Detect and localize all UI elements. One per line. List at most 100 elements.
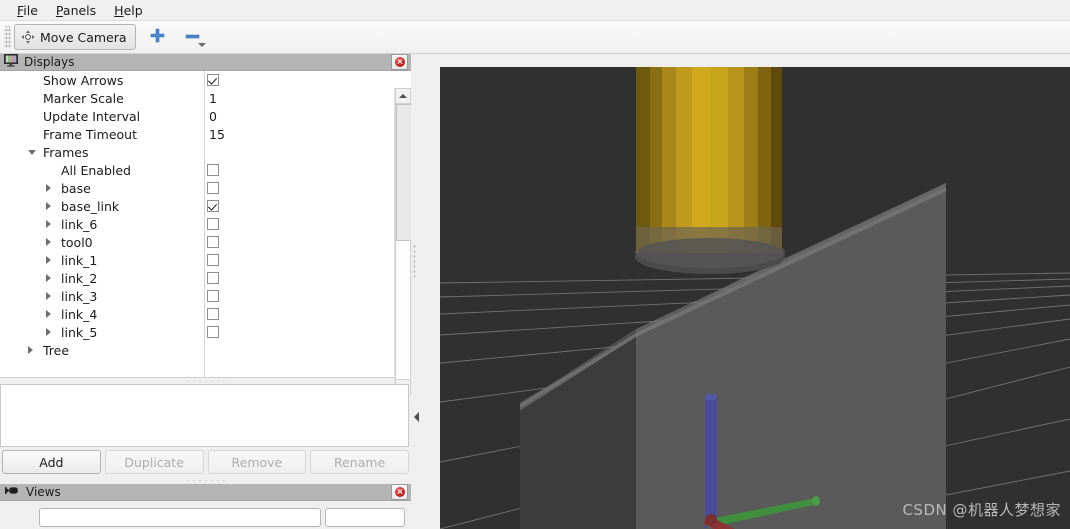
tree-row[interactable]: link_3 xyxy=(0,287,394,305)
tree-row[interactable]: Frame Timeout 15 xyxy=(0,125,394,143)
scrollbar-thumb[interactable] xyxy=(396,104,412,241)
tree-row-label: Tree xyxy=(43,342,70,358)
tree-row-label: link_6 xyxy=(61,216,98,232)
menu-help-mnemonic: H xyxy=(114,2,124,18)
tree-row-checkbox[interactable] xyxy=(207,218,219,230)
tree-row-label: link_5 xyxy=(61,324,98,340)
tree-row-label: Frames xyxy=(43,144,89,160)
chevron-right-icon[interactable] xyxy=(46,292,51,300)
camera-icon xyxy=(4,485,20,499)
tree-row[interactable]: Show Arrows xyxy=(0,71,394,89)
chevron-right-icon[interactable] xyxy=(46,238,51,246)
add-button[interactable]: Add xyxy=(2,450,101,474)
displays-views-splitter[interactable] xyxy=(0,477,411,483)
close-icon xyxy=(394,57,405,67)
menu-panels-rest: anels xyxy=(62,2,97,18)
toolbar: Move Camera xyxy=(0,21,1070,54)
remove-tool-button[interactable] xyxy=(185,30,206,47)
view-top-gap xyxy=(411,54,1070,67)
cylinder-mesh xyxy=(636,67,783,268)
triangle-up-icon xyxy=(399,94,407,98)
tree-row-checkbox[interactable] xyxy=(207,308,219,320)
tree-row[interactable]: link_2 xyxy=(0,269,394,287)
tree-row-checkbox[interactable] xyxy=(207,74,219,86)
tree-row-checkbox[interactable] xyxy=(207,326,219,338)
chevron-down-icon[interactable] xyxy=(197,43,206,47)
tree-row-value[interactable]: 15 xyxy=(209,127,225,142)
views-close-button[interactable] xyxy=(391,484,408,500)
tree-row-label: link_3 xyxy=(61,288,98,304)
tree-row[interactable]: link_5 xyxy=(0,323,394,341)
tree-row[interactable]: Update Interval 0 xyxy=(0,107,394,125)
toolbar-grip[interactable] xyxy=(4,26,11,48)
axes-origin xyxy=(705,514,717,526)
menubar: File Panels Help xyxy=(0,0,1070,21)
displays-panel-title: Displays xyxy=(24,55,75,69)
tree-row-checkbox[interactable] xyxy=(207,236,219,248)
minus-icon xyxy=(185,30,200,44)
tree-row-label: Frame Timeout xyxy=(43,126,137,142)
chevron-right-icon[interactable] xyxy=(46,274,51,282)
tree-row-label: All Enabled xyxy=(61,162,131,178)
tree-row-value[interactable]: 1 xyxy=(209,91,217,106)
displays-monitor-icon xyxy=(4,54,18,70)
views-panel-titlebar: Views xyxy=(0,484,411,501)
rename-button[interactable]: Rename xyxy=(310,450,409,474)
views-zero-button[interactable] xyxy=(325,508,405,527)
tree-row-label: Update Interval xyxy=(43,108,141,124)
menu-panels[interactable]: Panels xyxy=(47,1,105,20)
collapse-arrow-icon[interactable] xyxy=(414,412,419,422)
z-axis xyxy=(705,396,717,528)
views-type-combo[interactable] xyxy=(39,508,321,527)
tree-row-checkbox[interactable] xyxy=(207,164,219,176)
displays-tree[interactable]: Show Arrows Marker Scale 1 Update Interval 0… xyxy=(0,71,412,395)
scrollbar-track[interactable] xyxy=(395,104,412,379)
tree-row-checkbox[interactable] xyxy=(207,290,219,302)
left-dock: Displays Show Arrows Marker Scale 1 Update … xyxy=(0,54,412,529)
add-tool-button[interactable] xyxy=(145,24,171,50)
remove-button[interactable]: Remove xyxy=(207,450,307,474)
chevron-right-icon[interactable] xyxy=(28,346,33,354)
tree-row[interactable]: base_link xyxy=(0,197,394,215)
tree-row-checkbox[interactable] xyxy=(207,200,219,212)
displays-panel-titlebar: Displays xyxy=(0,54,411,71)
tree-row[interactable]: Tree xyxy=(0,341,394,359)
splitter-dots xyxy=(184,379,227,383)
tree-row-label: base xyxy=(61,180,91,196)
tree-row[interactable]: Marker Scale 1 xyxy=(0,89,394,107)
move-camera-button[interactable]: Move Camera xyxy=(14,24,136,50)
tree-row[interactable]: base xyxy=(0,179,394,197)
scroll-up-button[interactable] xyxy=(395,88,411,104)
plus-icon xyxy=(150,28,165,46)
menu-help[interactable]: Help xyxy=(105,1,152,20)
tree-row-checkbox[interactable] xyxy=(207,254,219,266)
tree-row[interactable]: link_6 xyxy=(0,215,394,233)
displays-button-row: Add Duplicate Remove Rename xyxy=(0,450,411,476)
tree-vertical-scrollbar[interactable] xyxy=(394,88,412,395)
dock-collapse-strip[interactable] xyxy=(411,54,421,529)
chevron-right-icon[interactable] xyxy=(46,220,51,228)
views-panel-body xyxy=(0,501,411,529)
tree-row-label: base_link xyxy=(61,198,120,214)
tree-row-checkbox[interactable] xyxy=(207,272,219,284)
tree-row[interactable]: tool0 xyxy=(0,233,394,251)
displays-close-button[interactable] xyxy=(391,54,408,70)
chevron-right-icon[interactable] xyxy=(46,184,51,192)
tree-row[interactable]: All Enabled xyxy=(0,161,394,179)
tree-row[interactable]: link_4 xyxy=(0,305,394,323)
chevron-right-icon[interactable] xyxy=(46,256,51,264)
tree-row-label: link_2 xyxy=(61,270,98,286)
duplicate-button[interactable]: Duplicate xyxy=(104,450,204,474)
tree-row-checkbox[interactable] xyxy=(207,182,219,194)
tree-row[interactable]: Frames xyxy=(0,143,394,161)
chevron-right-icon[interactable] xyxy=(46,310,51,318)
tree-row-label: link_4 xyxy=(61,306,98,322)
tree-row-value[interactable]: 0 xyxy=(209,109,217,124)
menu-file[interactable]: File xyxy=(8,1,47,20)
tree-row[interactable]: link_1 xyxy=(0,251,394,269)
splitter-dots-2 xyxy=(184,478,227,482)
render-view-3d[interactable]: CSDN @机器人梦想家 xyxy=(440,67,1070,529)
chevron-right-icon[interactable] xyxy=(46,202,51,210)
chevron-down-icon[interactable] xyxy=(28,150,36,155)
chevron-right-icon[interactable] xyxy=(46,328,51,336)
